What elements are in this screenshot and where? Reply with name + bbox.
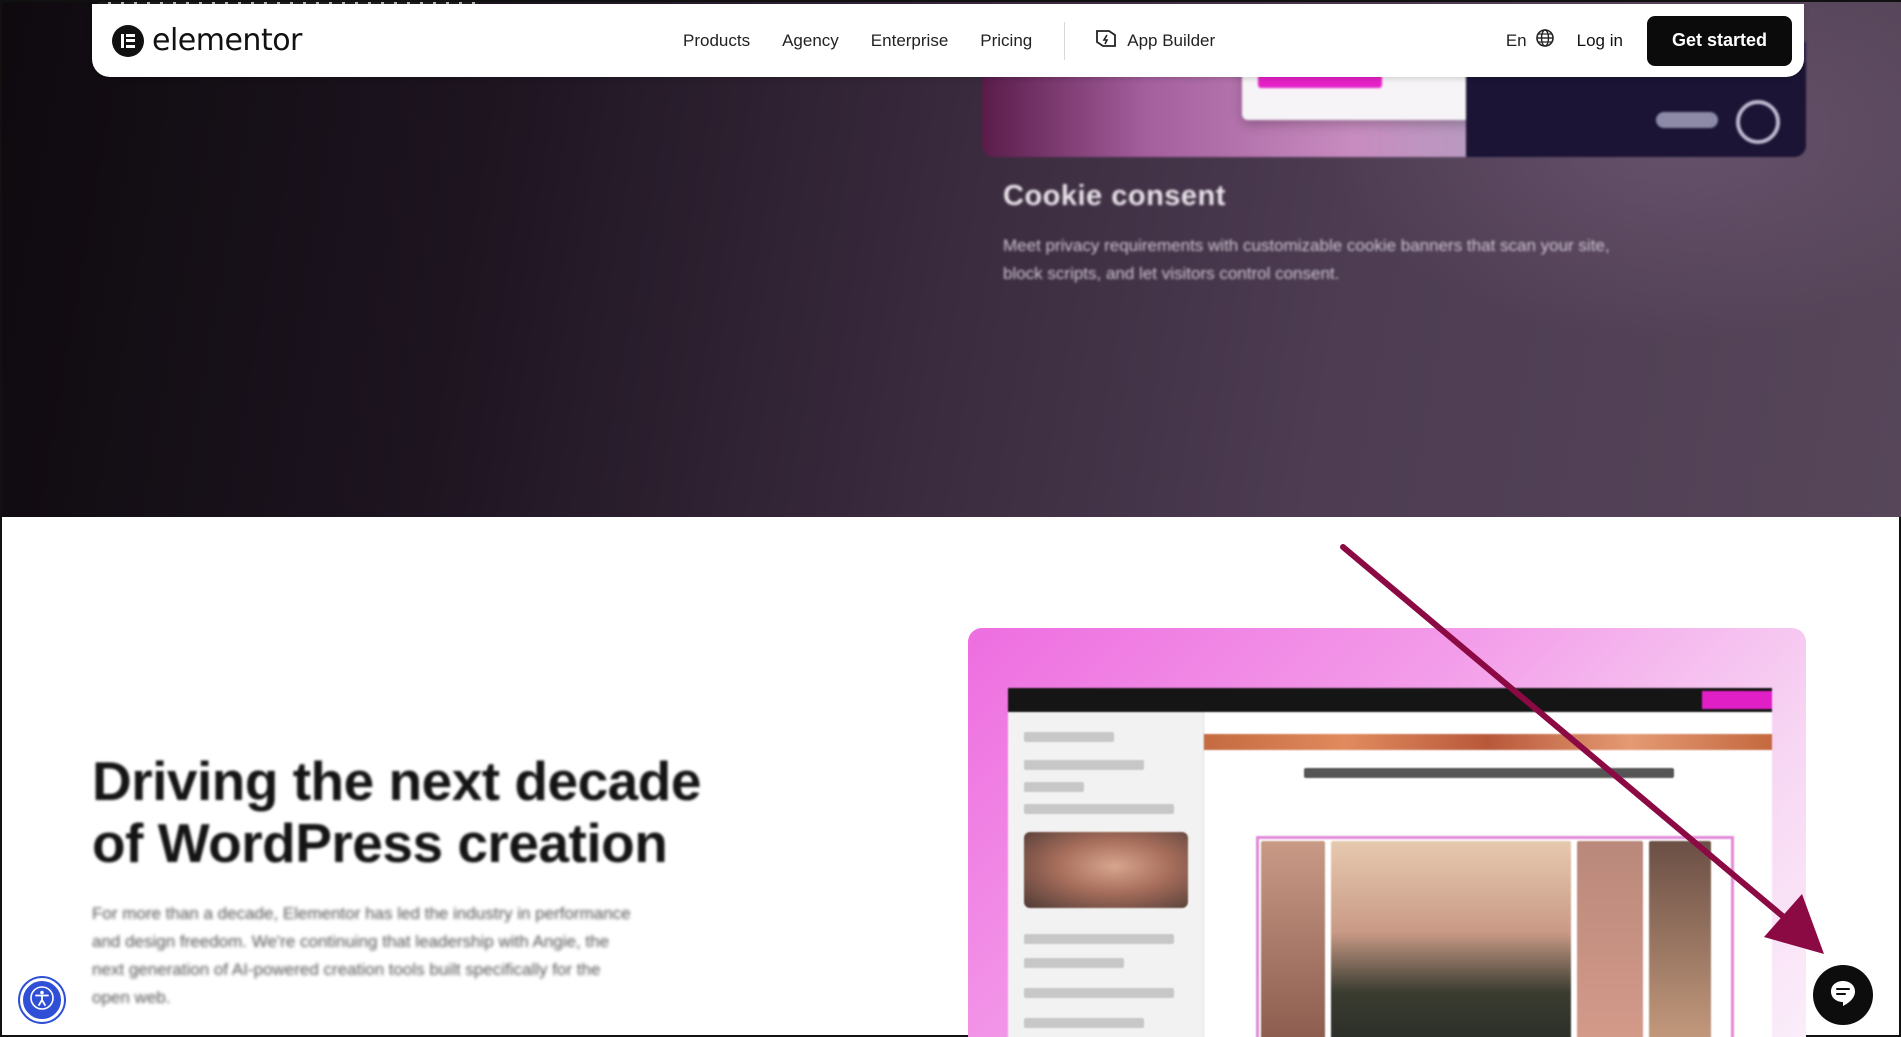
chat-icon [1828, 978, 1858, 1013]
globe-icon [1535, 28, 1555, 53]
sidebar-row [1024, 1018, 1144, 1028]
editor-canvas [1204, 712, 1772, 1037]
chat-button[interactable] [1813, 965, 1873, 1025]
accessibility-icon [29, 985, 55, 1016]
sidebar-row [1024, 760, 1144, 770]
elementor-logo[interactable]: elementor [112, 23, 302, 58]
nav-link-pricing[interactable]: Pricing [980, 31, 1032, 51]
nav-link-enterprise[interactable]: Enterprise [871, 31, 948, 51]
editor-topbar [1008, 688, 1772, 712]
nav-link-agency[interactable]: Agency [782, 31, 839, 51]
cookie-feature-band: Cookie consent Meet privacy requirements… [2, 2, 1901, 517]
app-builder-link[interactable]: App Builder [1095, 28, 1215, 53]
accessibility-button[interactable] [20, 978, 64, 1022]
cookie-consent-title: Cookie consent [1003, 180, 1226, 212]
language-label: En [1505, 30, 1527, 50]
sidebar-row [1024, 958, 1124, 968]
sidebar-image-thumb [1024, 832, 1188, 908]
gallery-photo [1261, 841, 1325, 1037]
logo-text: elementor [152, 23, 302, 58]
language-selector[interactable]: En [1506, 28, 1555, 53]
sidebar-row [1024, 804, 1174, 814]
canvas-banner-strip [1204, 734, 1772, 750]
section-body-text: For more than a decade, Elementor has le… [92, 904, 631, 1007]
nav-link-products[interactable]: Products [683, 31, 750, 51]
sidebar-row [1024, 782, 1084, 792]
canvas-title-line [1304, 768, 1674, 778]
login-link[interactable]: Log in [1577, 31, 1623, 51]
elementor-logo-icon [112, 24, 144, 57]
get-started-button[interactable]: Get started [1646, 15, 1792, 66]
sidebar-row [1024, 934, 1174, 944]
app-builder-label: App Builder [1127, 30, 1216, 50]
editor-sidebar [1008, 712, 1204, 1037]
canvas-image-gallery [1256, 836, 1734, 1037]
preview-chip [1656, 112, 1718, 128]
gallery-photo [1331, 841, 1571, 1037]
preview-ring-icon [1736, 100, 1780, 144]
app-builder-icon [1095, 28, 1117, 53]
sidebar-row [1024, 732, 1114, 742]
gallery-photo [1577, 841, 1643, 1037]
nav-links: Products Agency Enterprise Pricing App B… [683, 4, 1215, 77]
cookie-consent-description: Meet privacy requirements with customiza… [1003, 236, 1610, 283]
editor-window-mock [1008, 688, 1772, 1037]
nav-divider [1064, 21, 1066, 60]
gallery-photo [1649, 841, 1711, 1037]
section-heading: Driving the next decade of WordPress cre… [92, 750, 701, 874]
top-navigation: elementor Products Agency Enterprise Pri… [92, 4, 1804, 77]
editor-preview-image [968, 628, 1806, 1037]
nav-right-group: En Log in Get started [1506, 4, 1792, 77]
editor-publish-button [1702, 691, 1772, 709]
sidebar-row [1024, 988, 1174, 998]
